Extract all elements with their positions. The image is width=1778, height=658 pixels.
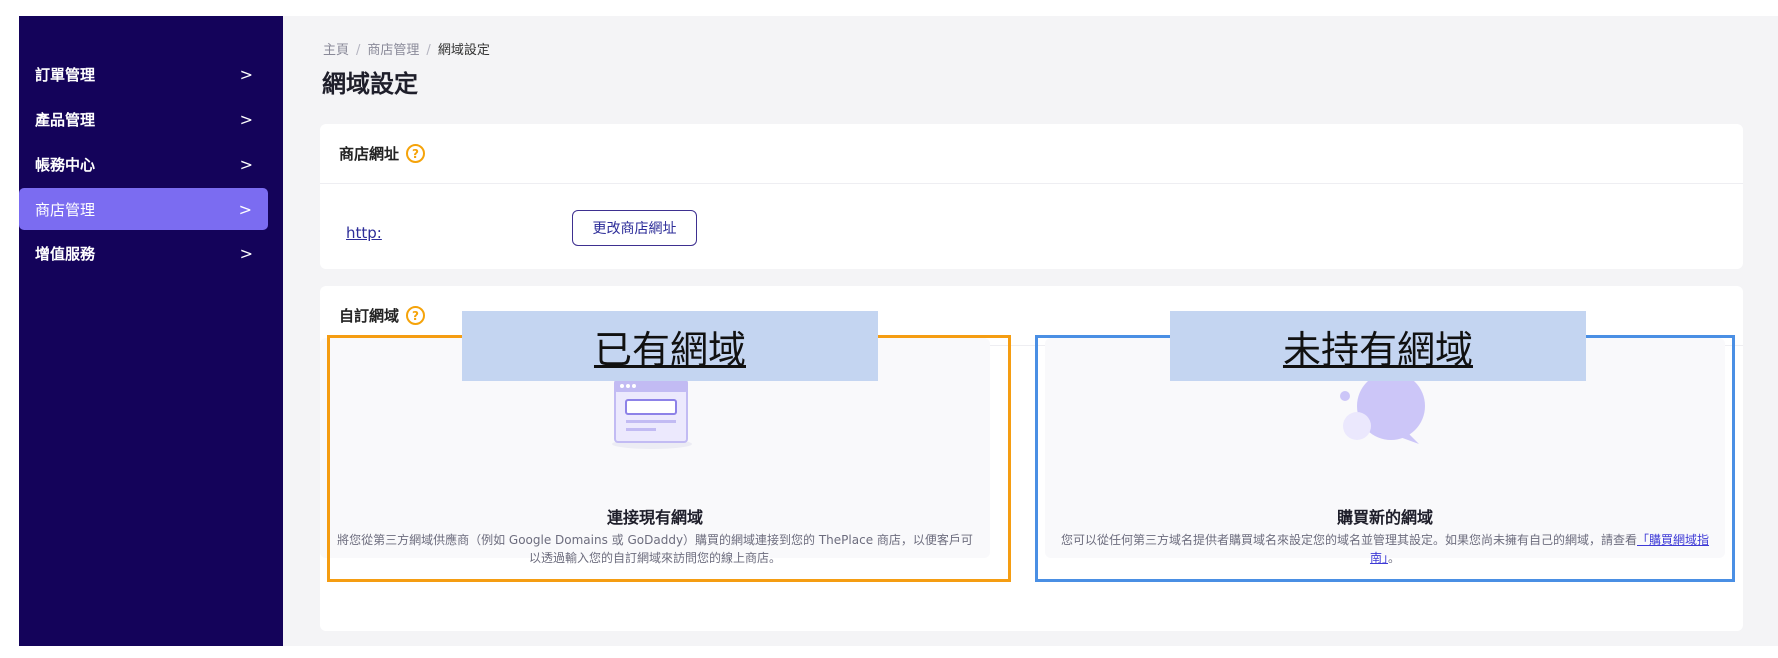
new-domain-banner: 未持有網域 (1170, 311, 1586, 381)
change-store-url-button[interactable]: 更改商店網址 (572, 210, 697, 246)
sidebar-item-products[interactable]: 產品管理 > (19, 98, 269, 140)
sidebar-item-billing[interactable]: 帳務中心 > (19, 143, 269, 185)
sidebar-item-label: 增值服務 (35, 244, 96, 263)
custom-domain-title: 自訂網域 (339, 307, 400, 325)
store-url-card: 商店網址 ? http: 更改商店網址 (320, 124, 1743, 269)
chevron-right-icon: > (239, 64, 253, 84)
existing-domain-banner: 已有網域 (462, 311, 878, 381)
store-url-card-header: 商店網址 ? (320, 124, 1743, 184)
sidebar-top-cut (39, 16, 239, 24)
chevron-right-icon: > (239, 154, 253, 174)
sidebar: 訂單管理 > 產品管理 > 帳務中心 > 商店管理 > 增值服務 > (19, 16, 283, 646)
sidebar-item-orders[interactable]: 訂單管理 > (19, 53, 269, 95)
sidebar-item-value-added[interactable]: 增值服務 > (19, 232, 269, 274)
chevron-right-icon: > (238, 199, 252, 219)
sidebar-item-store-management[interactable]: 商店管理 > (19, 188, 268, 230)
breadcrumb-parent[interactable]: 商店管理 (367, 43, 419, 58)
sidebar-item-label: 產品管理 (35, 110, 96, 129)
breadcrumb-separator: / (356, 43, 361, 58)
sidebar-item-label: 商店管理 (35, 200, 96, 219)
breadcrumb-current: 網域設定 (437, 43, 490, 58)
breadcrumb-separator: / (426, 43, 431, 58)
sidebar-item-label: 帳務中心 (35, 155, 96, 174)
help-icon[interactable]: ? (406, 306, 426, 325)
store-url-title: 商店網址 (339, 145, 400, 163)
store-url-link[interactable]: http: (346, 224, 382, 242)
page-title: 網域設定 (322, 70, 418, 98)
breadcrumb: 主頁 / 商店管理 / 網域設定 (323, 39, 490, 58)
sidebar-item-label: 訂單管理 (35, 65, 96, 84)
breadcrumb-home[interactable]: 主頁 (323, 43, 349, 58)
chevron-right-icon: > (239, 109, 253, 129)
help-icon[interactable]: ? (406, 144, 426, 163)
chevron-right-icon: > (239, 243, 253, 263)
